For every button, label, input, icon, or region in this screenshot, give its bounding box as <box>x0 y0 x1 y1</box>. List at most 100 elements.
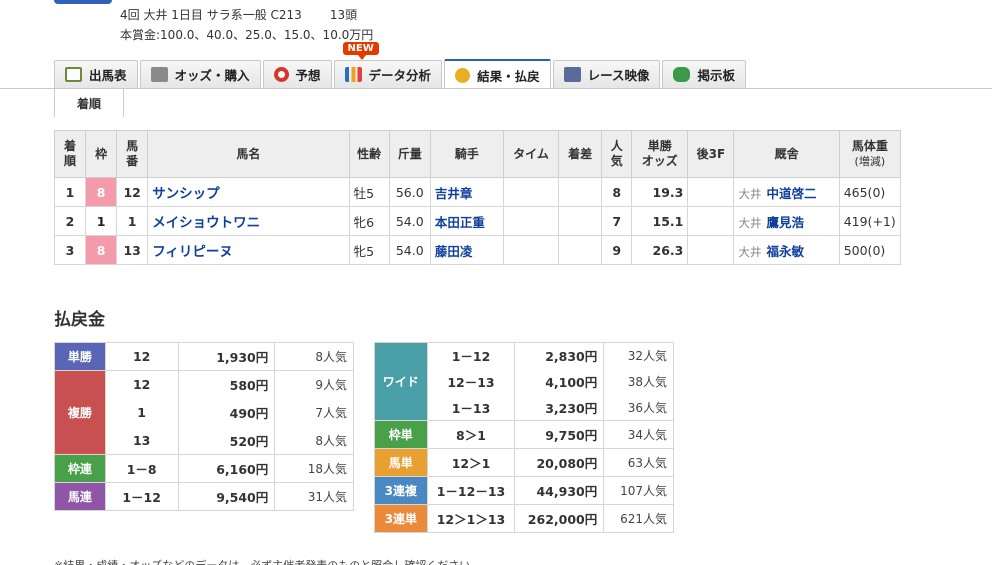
tab-odds[interactable]: オッズ・購入 <box>139 60 261 88</box>
jockey-link[interactable]: 本田正重 <box>435 215 485 230</box>
trainer-link[interactable]: 鷹見浩 <box>766 215 804 230</box>
tab-label: レース映像 <box>587 68 650 83</box>
results-table: 着順 枠 馬番 馬名 性齢 斤量 騎手 タイム 着差 人気 単勝 オッズ 後3F … <box>53 130 902 265</box>
trainer-link[interactable]: 中道啓二 <box>766 186 816 201</box>
tab-label: データ分析 <box>368 68 432 83</box>
tab-label: オッズ・購入 <box>174 68 250 83</box>
odds-icon <box>150 67 168 82</box>
bar-chart-icon <box>344 67 362 82</box>
tab-data[interactable]: NEW データ分析 <box>333 42 443 88</box>
win-odds: 19.3 <box>631 177 689 207</box>
trainer-location: 大井 <box>738 215 762 230</box>
popularity: 7 <box>601 206 633 236</box>
col-time: タイム <box>502 130 560 178</box>
bet-type-label: ワイド <box>374 342 428 421</box>
win-odds: 15.1 <box>631 206 689 236</box>
horse-link[interactable]: メイショウトワニ <box>152 215 260 231</box>
sex-age: 牡5 <box>348 177 390 207</box>
tab-yoso[interactable]: 予想 <box>262 60 332 88</box>
payout-table-right: ワイド 1－12 2,830円 32人気 12－13 4,100円 38人気 1… <box>374 342 674 533</box>
payout-row-wakutan: 枠単 8＞1 9,750円 34人気 <box>374 420 674 449</box>
payout-amount: 1,930円 <box>177 342 276 371</box>
tab-label: 出馬表 <box>89 68 127 83</box>
payout-row-sanrentan: 3連単 12＞1＞13 262,000円 621人気 <box>374 504 674 533</box>
bet-type-label: 枠単 <box>374 420 428 449</box>
combination: 8＞1 <box>426 420 516 449</box>
rank: 3 <box>53 235 87 265</box>
jockey-link[interactable]: 藤田凌 <box>435 244 473 259</box>
payout-popularity: 7人気 <box>274 398 354 427</box>
col-frame: 枠 <box>85 130 118 178</box>
payout-row-umatan: 馬単 12＞1 20,080円 63人気 <box>374 448 674 477</box>
tab-result[interactable]: 結果・払戻 <box>444 59 551 89</box>
payout-amount: 6,160円 <box>177 454 276 483</box>
payout-popularity: 8人気 <box>274 342 354 371</box>
trainer-location: 大井 <box>738 244 762 259</box>
race-tabs: 出馬表 オッズ・購入 予想 NEW データ分析 結果・払戻 レース映像 掲示板 <box>54 42 748 89</box>
payout-amount: 4,100円 <box>514 368 605 395</box>
carried-weight: 56.0 <box>388 177 431 207</box>
tab-video[interactable]: レース映像 <box>552 60 661 88</box>
payout-row-tansho: 単勝 12 1,930円 8人気 <box>54 342 354 371</box>
bet-type-label: 馬単 <box>374 448 428 477</box>
col-last3f: 後3F <box>687 130 735 178</box>
coins-icon <box>455 67 471 83</box>
tab-board[interactable]: 掲示板 <box>662 60 746 88</box>
bet-type-label: 3連単 <box>374 504 428 533</box>
payout-row-wide: ワイド 1－12 2,830円 32人気 <box>374 342 674 421</box>
last-3f <box>687 177 735 207</box>
bet-type-label: 単勝 <box>54 342 106 371</box>
site-logo[interactable] <box>54 0 112 4</box>
combination: 12 <box>104 342 179 371</box>
frame-badge: 1 <box>85 206 118 236</box>
margin <box>558 235 603 265</box>
payout-amount: 2,830円 <box>514 342 605 369</box>
table-icon <box>65 67 82 82</box>
horse-number: 12 <box>116 177 149 207</box>
rank: 1 <box>53 177 87 207</box>
horse-link[interactable]: サンシップ <box>152 186 220 202</box>
payout-amount: 44,930円 <box>514 476 605 505</box>
combination: 1－13 <box>426 394 516 421</box>
table-header-row: 着順 枠 馬番 馬名 性齢 斤量 騎手 タイム 着差 人気 単勝 オッズ 後3F … <box>53 130 902 178</box>
finish-time <box>502 206 560 236</box>
jockey-link[interactable]: 吉井章 <box>435 186 473 201</box>
sex-age: 牝6 <box>348 206 390 236</box>
col-bodyweight: 馬体重 (増減) <box>838 130 902 178</box>
combination: 1 <box>104 398 179 427</box>
col-odds: 単勝 オッズ <box>631 130 689 178</box>
combination: 12－13 <box>426 368 516 395</box>
body-weight: 465(0) <box>838 177 902 207</box>
payout-amount: 580円 <box>177 370 276 399</box>
bet-type-label: 複勝 <box>54 370 106 455</box>
last-3f <box>687 206 735 236</box>
trainer-link[interactable]: 福永敏 <box>766 244 804 259</box>
payout-amount: 9,540円 <box>177 482 276 511</box>
payout-amount: 3,230円 <box>514 394 605 421</box>
new-badge: NEW <box>342 42 379 60</box>
payout-amount: 20,080円 <box>514 448 605 477</box>
win-odds: 26.3 <box>631 235 689 265</box>
chat-icon <box>673 67 691 82</box>
payout-popularity: 32人気 <box>603 342 674 369</box>
carried-weight: 54.0 <box>388 206 431 236</box>
subtab-order[interactable]: 着順 <box>54 89 124 117</box>
bet-type-label: 馬連 <box>54 482 106 511</box>
popularity: 9 <box>601 235 633 265</box>
race-info: 4回 大井 1日目 サラ系一般 C213 13頭 本賞金:100.0、40.0、2… <box>120 5 373 45</box>
rank: 2 <box>53 206 87 236</box>
horse-link[interactable]: フィリピーヌ <box>152 244 233 260</box>
horse-number: 1 <box>116 206 149 236</box>
payout-popularity: 63人気 <box>603 448 674 477</box>
tab-label: 掲示板 <box>697 68 735 83</box>
tab-shutuba[interactable]: 出馬表 <box>54 60 138 88</box>
horse-number: 13 <box>116 235 149 265</box>
col-sexage: 性齢 <box>348 130 390 178</box>
col-jockey: 騎手 <box>429 130 504 178</box>
combination: 1－12 <box>104 482 179 511</box>
body-weight: 419(+1) <box>838 206 902 236</box>
col-num: 馬番 <box>116 130 149 178</box>
col-margin: 着差 <box>558 130 603 178</box>
tab-divider <box>0 88 992 89</box>
popularity: 8 <box>601 177 633 207</box>
